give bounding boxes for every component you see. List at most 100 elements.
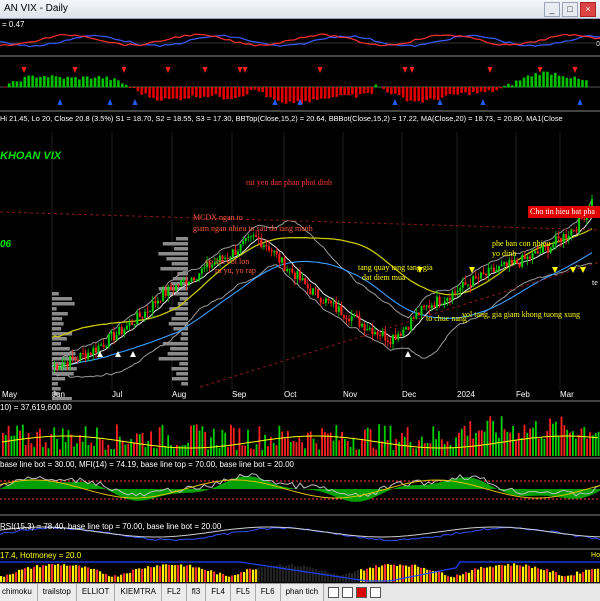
candle-body	[324, 298, 327, 304]
candle-body	[198, 273, 201, 280]
histogram-bar	[261, 87, 264, 93]
candle-body	[146, 311, 149, 313]
volume-bar	[298, 437, 301, 456]
volume-profile-bar	[181, 382, 188, 386]
candle-body	[459, 287, 462, 292]
tab-elliot[interactable]: ELLIOT	[76, 584, 116, 601]
volume-bar	[93, 446, 95, 456]
candle-body	[565, 234, 568, 239]
candle-body	[578, 218, 581, 232]
color-icon[interactable]	[356, 587, 368, 598]
volume-bar	[13, 435, 16, 456]
histogram-arrow-down	[487, 67, 493, 73]
hotmoney-bar	[120, 574, 123, 582]
hotmoney-bar	[351, 573, 354, 582]
candle-body	[389, 341, 392, 344]
hotmoney-bar	[189, 564, 192, 582]
histogram-bar	[296, 87, 300, 102]
hotmoney-bar	[315, 568, 318, 582]
candle-body	[138, 312, 141, 317]
histogram-arrow-up	[107, 99, 113, 105]
candle-body	[397, 333, 400, 340]
maximize-button[interactable]: □	[562, 2, 578, 17]
histogram-bar	[358, 87, 362, 95]
hotmoney-bar	[492, 567, 495, 582]
volume-bar	[170, 445, 172, 456]
candle-body	[100, 344, 103, 346]
volume-bar	[301, 442, 304, 456]
candle-body	[523, 255, 526, 260]
volume-bar	[67, 430, 70, 456]
histogram-bar	[343, 87, 346, 96]
price-pane[interactable]: Hi 21.45, Lo 20, Close 20.8 (3.5%) S1 = …	[0, 112, 600, 400]
histogram-bar	[183, 87, 186, 99]
blank-icon[interactable]	[370, 587, 382, 598]
mfi-pane[interactable]: base line bot = 30.00, MFI(14) = 74.19, …	[0, 459, 600, 514]
hotmoney-bar	[543, 570, 546, 582]
hotmoney-bar	[483, 568, 486, 582]
hotmoney-bar	[375, 565, 378, 582]
candle-body	[74, 358, 77, 360]
histogram-bar	[460, 87, 463, 94]
hotmoney-pane[interactable]: 17.4, Hotmoney = 20.0 Ho	[0, 550, 600, 583]
lock-icon[interactable]	[328, 587, 340, 598]
tab-kiemtra[interactable]: KIEMTRA	[115, 584, 162, 601]
volume-bar	[589, 432, 591, 456]
histogram-bar	[561, 76, 565, 88]
minimize-button[interactable]: _	[544, 2, 560, 17]
volume-bar	[472, 438, 475, 456]
tab-fl2[interactable]: FL2	[161, 584, 187, 601]
volume-bar	[107, 444, 110, 456]
volume-profile-bar	[168, 322, 188, 326]
volume-bar	[583, 426, 586, 456]
hotmoney-bar	[165, 564, 168, 582]
page-icon[interactable]	[342, 587, 354, 598]
histogram-bar	[378, 86, 381, 88]
candle-body	[423, 306, 426, 308]
candle-body	[275, 251, 278, 254]
candle-body	[262, 245, 265, 248]
candle-body	[58, 367, 61, 370]
tab-fl3[interactable]: fl3	[186, 584, 207, 601]
hotmoney-bar	[33, 567, 36, 582]
candle-body	[322, 302, 325, 304]
tab-trailstop[interactable]: trailstop	[37, 584, 77, 601]
volume-bar	[409, 441, 412, 456]
histogram-bar	[82, 76, 85, 88]
histogram-bar	[179, 87, 183, 101]
volume-bar	[321, 428, 323, 456]
candle-body	[291, 268, 294, 273]
candle-body	[89, 352, 92, 355]
hotmoney-bar	[366, 568, 369, 582]
tab-phan-tich[interactable]: phan tich	[280, 584, 325, 601]
histogram-bar	[152, 87, 155, 98]
candle-body	[120, 326, 123, 335]
hotmoney-bar	[405, 565, 408, 582]
rsi-pane[interactable]: RSI(15,3) = 78.40, base line top = 70.00…	[0, 516, 600, 548]
tab-fl5[interactable]: FL5	[231, 584, 256, 601]
candle-body	[361, 324, 364, 327]
histogram-pane[interactable]	[0, 57, 600, 110]
histogram-bar	[167, 87, 171, 100]
hotmoney-bar	[195, 567, 198, 582]
tab-chimoku[interactable]: chimoku	[0, 584, 38, 601]
histogram-bar	[39, 77, 42, 88]
month-label: Sep	[232, 390, 247, 399]
close-button[interactable]: ×	[580, 2, 596, 17]
volume-bar	[261, 449, 264, 456]
candle-body	[239, 243, 242, 252]
histogram-bar	[148, 87, 151, 98]
hotmoney-bar	[324, 570, 327, 582]
tab-fl4[interactable]: FL4	[206, 584, 231, 601]
candle-body	[115, 334, 118, 341]
hotmoney-bar	[21, 569, 24, 582]
volume-pane[interactable]: 10) = 37,619,600.00	[0, 402, 600, 457]
volume-bar	[483, 431, 486, 456]
tab-fl6[interactable]: FL6	[255, 584, 281, 601]
volume-bar	[546, 431, 549, 456]
indicator-pane-top[interactable]: = 0.47 0	[0, 19, 600, 55]
volume-bar	[127, 443, 130, 456]
histogram-arrow-down	[572, 67, 578, 73]
histogram-arrow-down	[537, 67, 543, 73]
histogram-bar	[440, 87, 444, 98]
